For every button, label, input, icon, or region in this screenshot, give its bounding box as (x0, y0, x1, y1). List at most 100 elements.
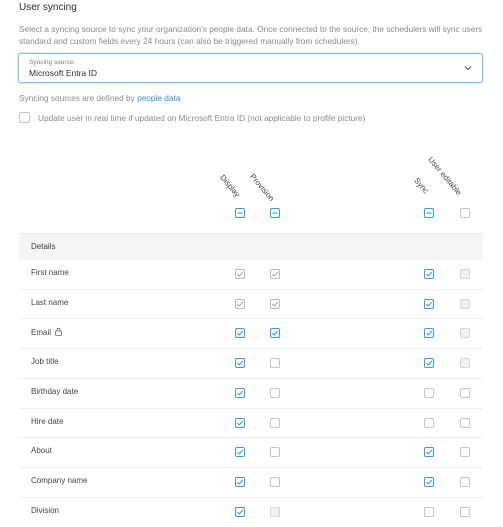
row-divider (19, 348, 483, 349)
column-header-display: Display (218, 173, 242, 199)
checkmark-icon (272, 301, 279, 307)
field-name: Last name (31, 298, 68, 307)
table-row: About (19, 437, 483, 467)
realtime-update-checkbox[interactable] (19, 112, 30, 123)
table-row: Company name (19, 467, 483, 497)
display-checkbox[interactable] (235, 447, 245, 457)
sync-checkbox[interactable] (424, 299, 434, 309)
field-name: First name (31, 268, 69, 277)
display-checkbox[interactable] (235, 477, 245, 487)
sync-checkbox[interactable] (424, 447, 434, 457)
editable-checkbox (460, 328, 470, 338)
checkmark-icon (426, 360, 433, 366)
display-checkbox[interactable] (235, 299, 245, 309)
editable-checkbox (460, 358, 470, 368)
column-header-sync: Sync (412, 176, 431, 196)
checkmark-icon (237, 330, 244, 336)
checkmark-icon (237, 301, 244, 307)
people-data-link[interactable]: people data (137, 93, 180, 103)
row-divider (19, 378, 483, 379)
sync-checkbox[interactable] (424, 418, 434, 428)
checkmark-icon (426, 479, 433, 485)
table-row: Last name (19, 289, 483, 319)
editable-checkbox[interactable] (460, 477, 470, 487)
field-name: Birthday date (31, 387, 78, 396)
syncing-source-select[interactable]: Syncing source: Microsoft Entra ID (18, 53, 483, 83)
field-name-text: Last name (31, 298, 69, 307)
realtime-update-label: Update user in real time if updated on M… (38, 113, 366, 123)
sync-checkbox[interactable] (424, 507, 434, 517)
provision-checkbox[interactable] (270, 328, 280, 338)
checkmark-icon (426, 271, 433, 277)
sync-checkbox[interactable] (424, 358, 434, 368)
row-divider (19, 318, 483, 319)
note-text: Syncing sources are defined by (19, 93, 135, 103)
checkmark-icon (237, 420, 244, 426)
table-row: Hire date (19, 408, 483, 438)
provision-checkbox (270, 507, 280, 517)
provision-checkbox[interactable] (270, 269, 280, 279)
user-syncing-title: User syncing (19, 2, 77, 13)
row-divider (19, 467, 483, 468)
checkmark-icon (237, 390, 244, 396)
sync-checkbox[interactable] (424, 477, 434, 487)
indeterminate-icon (426, 212, 432, 214)
sync-checkbox[interactable] (424, 328, 434, 338)
checkmark-icon (272, 271, 279, 277)
display-checkbox[interactable] (235, 269, 245, 279)
syncing-sources-note: Syncing sources are defined by people da… (19, 93, 180, 103)
checkmark-icon (426, 301, 433, 307)
field-name: Job title (31, 357, 59, 366)
field-name-text: Hire date (31, 417, 64, 426)
field-name-text: Email (31, 328, 52, 337)
checkmark-icon (237, 449, 244, 455)
provision-checkbox[interactable] (270, 358, 280, 368)
table-row: First name (19, 259, 483, 289)
details-section-title: Details (31, 242, 56, 251)
sync-select-all-checkbox[interactable] (424, 208, 434, 218)
sync-checkbox[interactable] (424, 269, 434, 279)
lock-icon (55, 327, 62, 336)
field-name-text: About (31, 446, 52, 455)
provision-checkbox[interactable] (270, 477, 280, 487)
indeterminate-icon (272, 212, 278, 214)
provision-checkbox[interactable] (270, 418, 280, 428)
table-row: Birthday date (19, 378, 483, 408)
field-name-text: Birthday date (31, 387, 79, 396)
display-checkbox[interactable] (235, 507, 245, 517)
sync-checkbox[interactable] (424, 388, 434, 398)
display-checkbox[interactable] (235, 328, 245, 338)
editable-checkbox[interactable] (460, 507, 470, 517)
field-name: About (31, 446, 52, 455)
editable-checkbox[interactable] (460, 418, 470, 428)
checkmark-icon (272, 330, 279, 336)
display-checkbox[interactable] (235, 418, 245, 428)
user-syncing-description: Select a syncing source to sync your org… (19, 24, 483, 46)
field-name-text: First name (31, 268, 69, 277)
editable-checkbox[interactable] (460, 447, 470, 457)
checkmark-icon (237, 360, 244, 366)
checkmark-icon (237, 271, 244, 277)
row-divider (19, 437, 483, 438)
user-editable-select-all-checkbox[interactable] (460, 208, 470, 218)
provision-checkbox[interactable] (270, 447, 280, 457)
chevron-down-icon (464, 66, 472, 71)
checkmark-icon (426, 330, 433, 336)
provision-checkbox[interactable] (270, 388, 280, 398)
syncing-source-value: Microsoft Entra ID (29, 68, 98, 78)
checkmark-icon (426, 449, 433, 455)
table-row: Email (19, 318, 483, 348)
provision-checkbox[interactable] (270, 299, 280, 309)
display-checkbox[interactable] (235, 388, 245, 398)
checkmark-icon (237, 509, 244, 515)
column-header-user-editable: User editable (426, 155, 464, 197)
display-checkbox[interactable] (235, 358, 245, 368)
field-name-text: Company name (31, 476, 88, 485)
field-name: Company name (31, 476, 87, 485)
provision-select-all-checkbox[interactable] (270, 208, 280, 218)
editable-checkbox[interactable] (460, 388, 470, 398)
field-name: Division (31, 506, 59, 515)
field-name-text: Job title (31, 357, 59, 366)
row-divider (19, 408, 483, 409)
display-select-all-checkbox[interactable] (235, 208, 245, 218)
